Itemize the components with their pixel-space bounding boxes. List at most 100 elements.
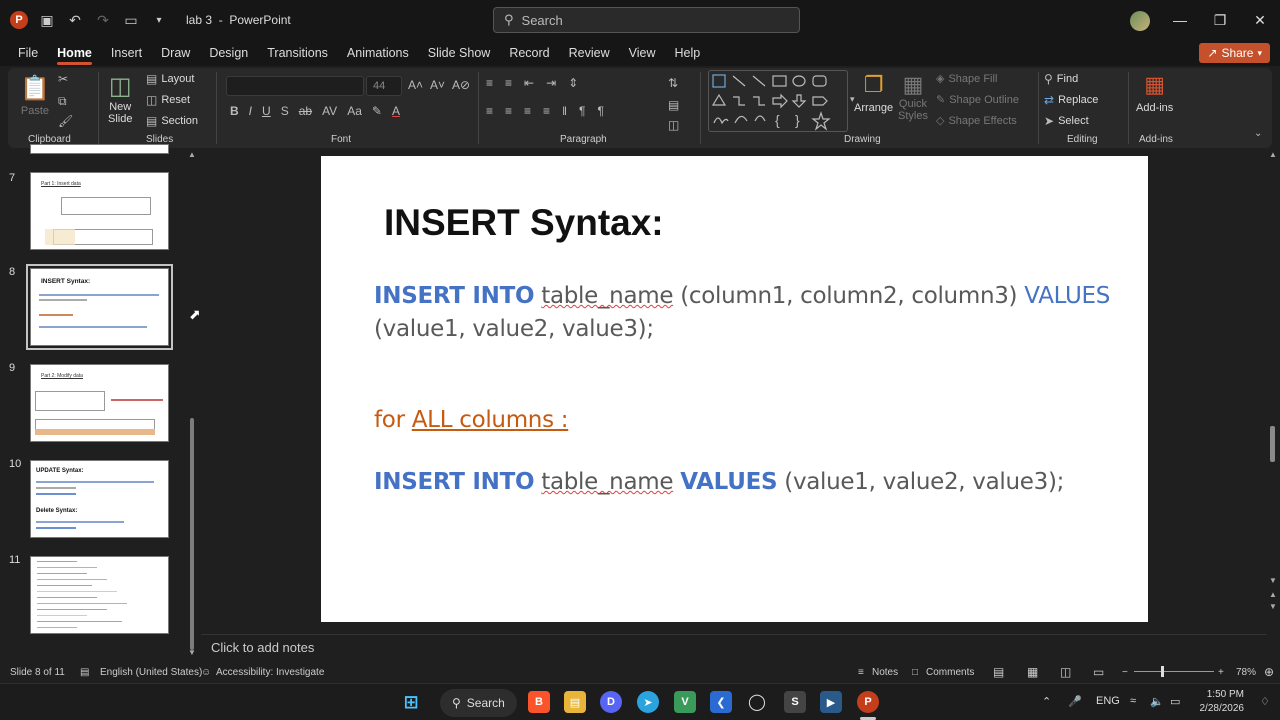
scroll-down-icon[interactable]: ▼ [1269,576,1277,585]
strikethrough-icon[interactable]: ab [299,104,312,118]
tab-home[interactable]: Home [57,46,92,65]
reading-view-icon[interactable]: ◫ [1060,665,1071,679]
font-shrink-icon[interactable]: A˅ [430,78,445,92]
share-button[interactable]: ↗ Share ▾ [1199,43,1270,63]
tab-review[interactable]: Review [569,46,610,60]
notification-bell-icon[interactable]: ♢ [1260,695,1270,708]
justify-icon[interactable]: ≡ [543,104,550,118]
align-center-icon[interactable]: ≡ [505,104,512,118]
text-direction-button[interactable]: ⇅ [668,76,678,90]
vscode-icon[interactable]: ❮ [710,691,732,713]
maximize-icon[interactable]: ❐ [1200,0,1240,40]
zoom-slider-thumb[interactable] [1161,666,1164,677]
slide-thumbnail-8[interactable]: INSERT Syntax: [26,264,173,350]
slide-body-line-2[interactable]: (value1, value2, value3); [374,316,654,342]
slide-canvas[interactable]: INSERT Syntax: INSERT INTO table_name (c… [321,156,1148,622]
shape-fill-button[interactable]: ◈ Shape Fill [936,72,997,86]
notes-button[interactable]: Notes [872,667,898,678]
wifi-icon[interactable]: ≈ [1130,695,1136,707]
smartart-button[interactable]: ◫ [668,118,679,132]
text-direction-icon[interactable]: ¶ [579,104,585,118]
slide-thumbnail-10[interactable]: UPDATE Syntax: Delete Syntax: [30,460,169,538]
file-explorer-icon[interactable]: ▤ [564,691,586,713]
tab-file[interactable]: File [18,46,38,60]
columns-icon[interactable]: ‖ [562,104,567,118]
battery-icon[interactable]: ▭ [1170,695,1180,708]
github-desktop-icon[interactable]: ◯ [746,691,768,713]
arrange-button[interactable]: ❐ Arrange [854,72,893,114]
slide-body-line-1[interactable]: INSERT INTO table_name (column1, column2… [374,283,1110,309]
new-slide-button[interactable]: ◫ New Slide [108,72,132,125]
collapse-ribbon-icon[interactable]: ⌄ [1254,128,1262,139]
slide-sorter-icon[interactable]: ▦ [1027,665,1038,679]
numbering-icon[interactable]: ≡ [505,76,512,90]
decrease-indent-icon[interactable]: ⇤ [524,76,534,90]
visio-icon[interactable]: V [674,691,696,713]
search-input[interactable]: ⚲ Search [493,7,800,33]
reset-button[interactable]: ◫ Reset [146,93,190,107]
scroll-up-icon[interactable]: ▲ [1269,150,1277,159]
tab-view[interactable]: View [629,46,656,60]
line-spacing-icon[interactable]: ⇕ [568,76,578,90]
copy-icon[interactable]: ⧉ [58,94,67,109]
undo-icon[interactable]: ↶ [66,11,84,29]
windows-start-icon[interactable]: ⊞ [400,691,422,713]
terminal-app-icon[interactable]: ▶ [820,691,842,713]
layout-button[interactable]: ▤ Layout [146,72,194,86]
rtl-icon[interactable]: ¶ [597,104,603,118]
tab-help[interactable]: Help [674,46,700,60]
slide-thumbnail-6[interactable] [30,144,169,154]
char-spacing-icon[interactable]: AV [322,104,337,118]
accessibility-status[interactable]: Accessibility: Investigate [216,667,324,678]
comments-button[interactable]: Comments [926,667,974,678]
shape-effects-button[interactable]: ◇ Shape Effects [936,114,1017,128]
zoom-slider[interactable] [1134,671,1214,672]
tab-insert[interactable]: Insert [111,46,142,60]
show-hidden-icons-icon[interactable]: ⌃ [1042,695,1051,708]
close-icon[interactable]: ✕ [1240,0,1280,40]
microphone-icon[interactable]: 🎤 [1068,695,1082,708]
cut-icon[interactable]: ✂ [58,72,68,86]
font-family-combo[interactable] [226,76,364,96]
slide-body-line-4[interactable]: INSERT INTO table_name VALUES (value1, v… [374,469,1064,495]
next-slide-icon[interactable]: ▼ [1269,602,1277,611]
slide-thumbnail-9[interactable]: Part 2: Modify data [30,364,169,442]
select-button[interactable]: ➤ Select [1044,114,1089,128]
powerpoint-taskbar-icon[interactable]: P [857,691,879,713]
clock[interactable]: 1:50 PM 2/28/2026 [1200,688,1245,716]
increase-indent-icon[interactable]: ⇥ [546,76,556,90]
brave-browser-icon[interactable]: B [528,691,550,713]
zoom-out-icon[interactable]: − [1122,667,1128,678]
font-grow-icon[interactable]: A˄ [408,78,423,92]
font-size-combo[interactable]: 44 [366,76,402,96]
zoom-level[interactable]: 78% [1236,667,1256,678]
align-left-icon[interactable]: ≡ [486,104,493,118]
telegram-icon[interactable]: ➤ [637,691,659,713]
align-right-icon[interactable]: ≡ [524,104,531,118]
autosave-icon[interactable]: ▣ [38,11,56,29]
spellcheck-icon[interactable]: ▤ [80,667,89,678]
format-painter-icon[interactable]: 🖌 [58,114,73,128]
previous-slide-icon[interactable]: ▲ [1269,590,1277,599]
slide-thumbnail-11[interactable] [30,556,169,634]
normal-view-icon[interactable]: ▤ [993,665,1004,679]
underline-icon[interactable]: U [262,104,271,118]
tab-animations[interactable]: Animations [347,46,409,60]
minimize-icon[interactable]: — [1160,0,1200,40]
shape-outline-button[interactable]: ✎ Shape Outline [936,93,1019,107]
shapes-gallery[interactable]: { } [708,70,848,132]
thumbnail-scroll-thumb[interactable] [190,418,194,650]
align-text-button[interactable]: ▤ [668,98,679,112]
user-avatar[interactable] [1130,11,1150,31]
scroll-up-icon[interactable]: ▲ [188,150,196,159]
slide-body-line-3[interactable]: for ALL columns : [374,407,569,433]
tab-draw[interactable]: Draw [161,46,190,60]
tab-transitions[interactable]: Transitions [267,46,328,60]
fit-to-window-icon[interactable]: ⊕ [1264,665,1274,679]
volume-icon[interactable]: 🔈 [1150,695,1164,708]
sql-tool-icon[interactable]: S [784,691,806,713]
tab-design[interactable]: Design [209,46,248,60]
change-case-icon[interactable]: Aa [347,104,362,118]
slide-thumbnail-7[interactable]: Part 1: Insert data [30,172,169,250]
clear-formatting-icon[interactable]: A⊘ [452,78,470,92]
